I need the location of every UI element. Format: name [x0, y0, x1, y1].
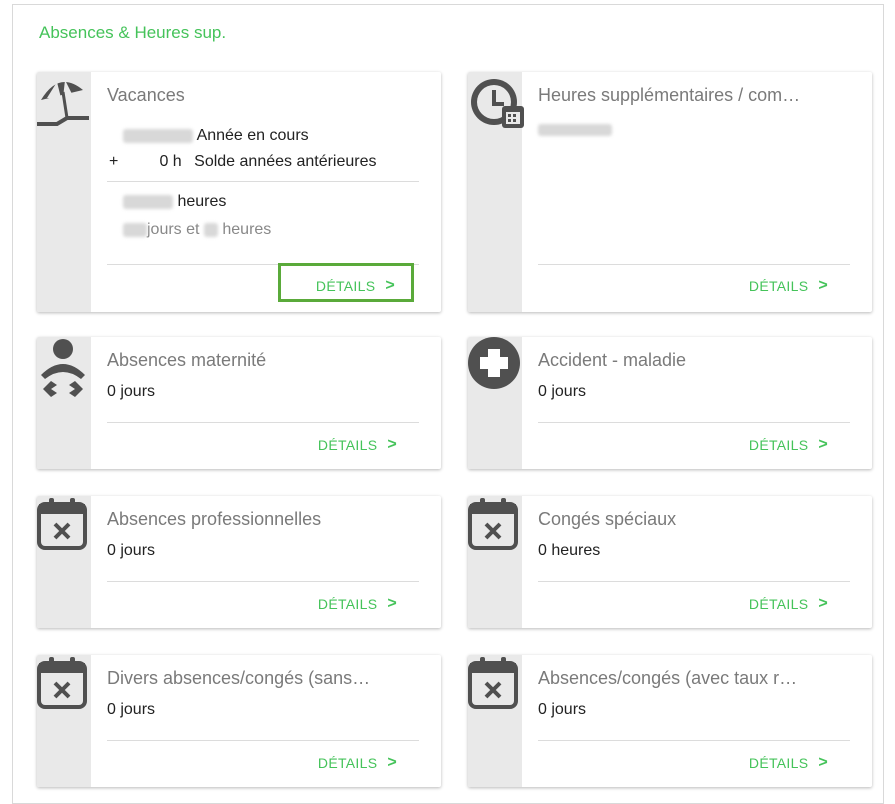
card-title: Absences maternité: [107, 350, 267, 370]
blurred-value: [203, 222, 218, 237]
plus-sign: +: [109, 153, 119, 170]
calendar-x-icon: [468, 657, 518, 709]
calendar-x-icon: [37, 498, 87, 550]
card-title: Divers absences/congés (sans…: [107, 668, 371, 688]
medical-cross-icon: [468, 337, 520, 389]
current-year-label: Année en cours: [196, 127, 309, 144]
panel-title: Absences & Heures sup.: [39, 23, 227, 42]
beach-umbrella-icon: [37, 80, 89, 126]
blurred-value: [123, 128, 193, 143]
total-unit: heures: [177, 193, 227, 210]
chevron-right-icon: >: [818, 277, 828, 294]
chevron-right-icon: >: [387, 754, 397, 771]
details-button[interactable]: DÉTAILS >: [318, 754, 397, 772]
card-accident-maladie: Accident - maladie 0 jours DÉTAILS >: [468, 337, 872, 469]
divider: [107, 740, 419, 741]
card-absences-professionnelles: Absences professionnelles 0 jours DÉTAIL…: [37, 496, 441, 628]
details-label: DÉTAILS: [748, 278, 809, 294]
chevron-right-icon: >: [387, 436, 397, 453]
card-divers-absences: Divers absences/congés (sans… 0 jours DÉ…: [37, 655, 441, 787]
details-button[interactable]: DÉTAILS >: [318, 436, 397, 454]
divider: [538, 581, 850, 582]
details-button[interactable]: DÉTAILS >: [318, 595, 397, 613]
card-vacances: Vacances Année en cours + 0 h Solde anné…: [37, 72, 441, 312]
card-title: Congés spéciaux: [538, 509, 677, 529]
details-label: DÉTAILS: [748, 437, 809, 453]
card-heures-supplementaires: Heures supplémentaires / com… DÉTAILS >: [468, 72, 872, 312]
blurred-value: [538, 123, 612, 136]
card-title: Absences professionnelles: [107, 509, 322, 529]
details-button[interactable]: DÉTAILS >: [749, 436, 828, 454]
chevron-right-icon: >: [818, 754, 828, 771]
chevron-right-icon: >: [818, 595, 828, 612]
card-value: 0 jours: [107, 701, 156, 718]
details-label: DÉTAILS: [315, 278, 376, 294]
details-button[interactable]: DÉTAILS >: [749, 754, 828, 772]
calendar-x-icon: [468, 498, 518, 550]
divider: [107, 181, 419, 182]
days-label: jours et: [147, 221, 200, 238]
chevron-right-icon: >: [818, 436, 828, 453]
card-conges-speciaux: Congés spéciaux 0 heures DÉTAILS >: [468, 496, 872, 628]
chevron-right-icon: >: [387, 595, 397, 612]
details-button[interactable]: DÉTAILS >: [749, 595, 828, 613]
card-value: 0 heures: [538, 542, 601, 559]
divider: [538, 422, 850, 423]
blurred-value: [123, 222, 147, 237]
card-title: Heures supplémentaires / com…: [538, 85, 801, 105]
hours-label: heures: [222, 221, 272, 238]
baby-icon: [41, 339, 85, 397]
divider: [538, 740, 850, 741]
details-button[interactable]: DÉTAILS >: [749, 277, 828, 295]
card-value: 0 jours: [538, 383, 587, 400]
details-label: DÉTAILS: [317, 755, 378, 771]
details-label: DÉTAILS: [748, 596, 809, 612]
card-absences-maternite: Absences maternité 0 jours DÉTAILS >: [37, 337, 441, 469]
card-value: 0 jours: [107, 542, 156, 559]
prior-years-value: 0 h: [159, 153, 182, 170]
details-label: DÉTAILS: [317, 437, 378, 453]
details-button[interactable]: DÉTAILS >: [316, 277, 395, 295]
prior-years-label: Solde années antérieures: [194, 153, 377, 170]
clock-calendar-icon: [471, 79, 524, 128]
card-title: Absences/congés (avec taux r…: [538, 668, 798, 688]
card-value: 0 jours: [107, 383, 156, 400]
divider: [107, 581, 419, 582]
card-title: Accident - maladie: [538, 350, 687, 370]
details-label: DÉTAILS: [748, 755, 809, 771]
card-absences-avec-taux: Absences/congés (avec taux r… 0 jours DÉ…: [468, 655, 872, 787]
blurred-value: [123, 194, 173, 209]
chevron-right-icon: >: [385, 277, 395, 294]
card-value: 0 jours: [538, 701, 587, 718]
card-title: Vacances: [107, 85, 185, 105]
divider: [538, 264, 850, 265]
calendar-x-icon: [37, 657, 87, 709]
details-label: DÉTAILS: [317, 596, 378, 612]
divider: [107, 422, 419, 423]
